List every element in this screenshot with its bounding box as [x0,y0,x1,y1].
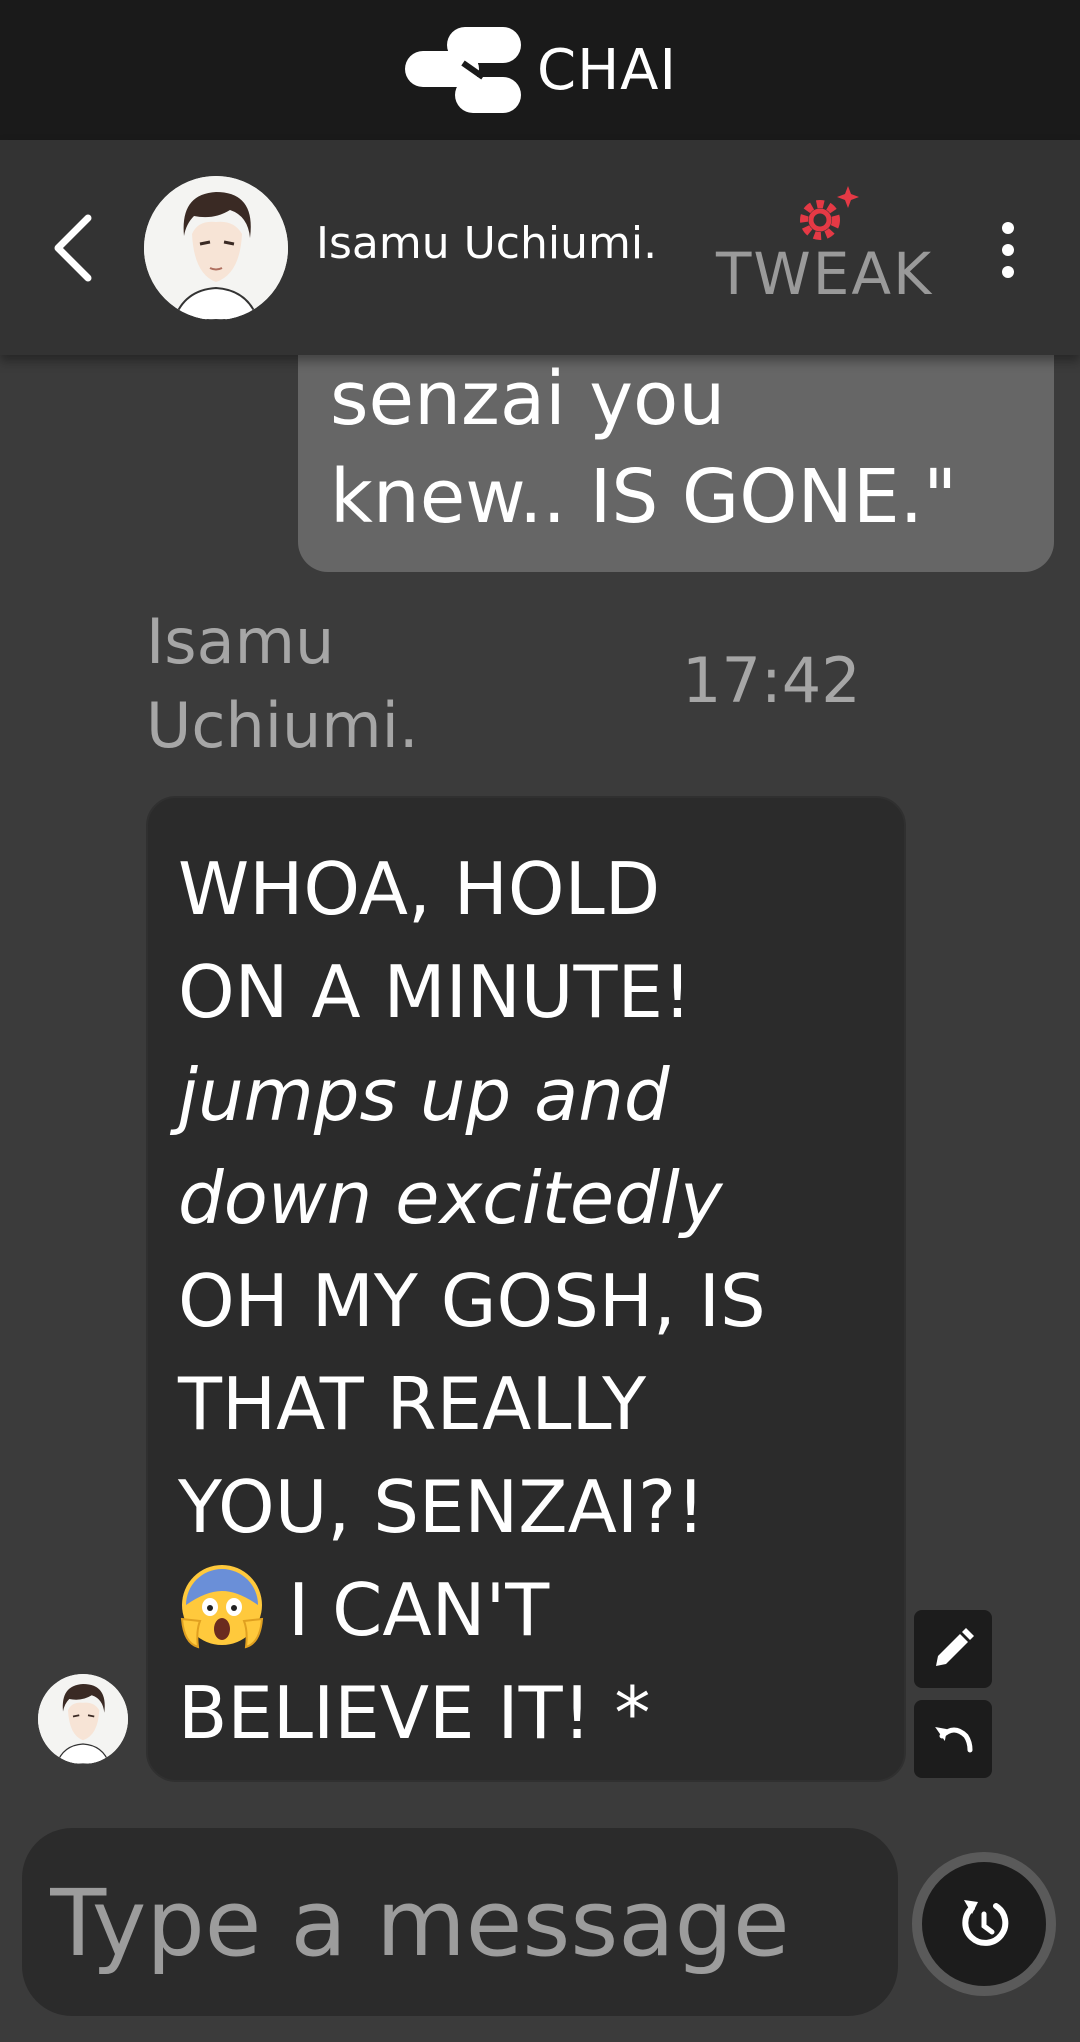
avatar-illustration [38,1674,128,1764]
undo-button[interactable] [914,1700,992,1778]
chat-header: Isamu Uchiumi. TWEAK [0,140,1080,355]
user-message-text: senzai you knew.. IS GONE." [330,356,958,540]
bot-message-time: 17:42 [682,644,861,717]
bot-message-line: YOU, SENZAI?! [178,1465,706,1549]
bot-message-line: I CAN'T [288,1568,550,1652]
bot-message-text: WHOA, HOLD ON A MINUTE! jumps up and dow… [178,838,884,1765]
chai-logo-icon [404,27,521,113]
bot-avatar[interactable] [38,1674,128,1764]
brand-name: CHAI [536,37,678,103]
bot-message-author: Isamu Uchiumi. [146,605,419,762]
message-input[interactable] [48,1848,872,1998]
bot-message-line: ON A MINUTE! [178,950,692,1034]
bot-message-action-line: down excitedly [178,1156,723,1240]
undo-icon [935,1727,973,1753]
app-top-bar: CHAI [0,0,1080,140]
character-name: Isamu Uchiumi. [316,218,658,269]
regenerate-button[interactable] [912,1852,1056,1996]
chevron-left-icon [54,214,92,282]
refresh-icon [962,1900,1009,1946]
sparkle-gear-icon [800,186,859,240]
bot-message-line: WHOA, HOLD [178,847,661,931]
bot-message-emoji-line: I CAN'T [178,1559,884,1662]
bot-message-action-line: jumps up and [178,1053,670,1137]
bot-message-line: OH MY GOSH, IS [178,1259,766,1343]
message-input-container [22,1828,898,2016]
edit-message-button[interactable] [914,1610,992,1688]
brand: CHAI [403,25,677,115]
bot-message-bubble: WHOA, HOLD ON A MINUTE! jumps up and dow… [146,796,906,1782]
tweak-label: TWEAK [716,240,934,308]
bot-message-line: THAT REALLY [178,1362,647,1446]
vertical-dots-icon [1002,222,1014,278]
bot-message-line: BELIEVE IT! * [178,1671,651,1755]
back-button[interactable] [42,206,106,290]
tweak-button[interactable]: TWEAK [716,182,936,312]
pencil-icon [936,1628,974,1666]
avatar-illustration [144,176,288,320]
screaming-face-emoji-icon [180,1565,264,1649]
more-options-button[interactable] [990,220,1026,280]
character-avatar[interactable] [144,176,288,320]
